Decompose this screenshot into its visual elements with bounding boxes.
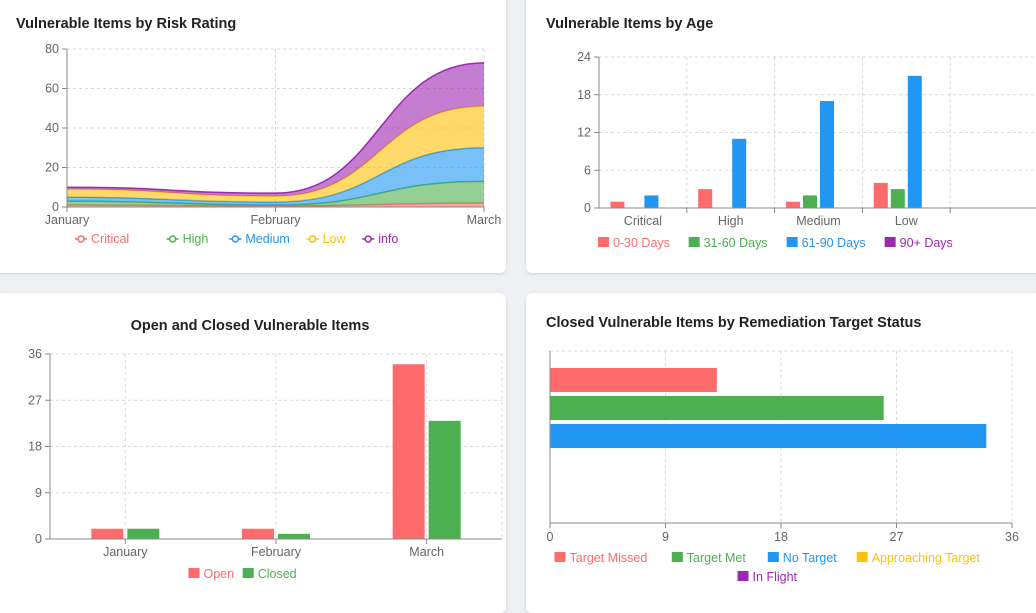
x-tick-label: 18 <box>774 530 788 544</box>
legend-swatch <box>767 552 779 562</box>
legend-label: Approaching Target <box>872 551 981 565</box>
legend-label: 61-90 Days <box>802 236 866 250</box>
legend-swatch <box>671 552 683 562</box>
legend-swatch <box>597 237 609 247</box>
legend-label: No Target <box>783 551 837 565</box>
y-tick-label: 0 <box>35 532 42 546</box>
legend-label: info <box>378 232 398 246</box>
legend-swatch <box>554 552 566 562</box>
x-tick-label: 27 <box>890 530 904 544</box>
x-tick-label: 36 <box>1005 530 1019 544</box>
legend-label: Open <box>204 567 235 581</box>
risk-rating-chart: 0 20 40 60 80 January February March Critical Hig… <box>45 42 502 246</box>
legend-label: High <box>183 232 209 246</box>
age-chart: 0 6 12 18 24 Critical High Medium Low 0-30 Days 31… <box>577 50 1036 250</box>
bar <box>242 528 274 539</box>
age-card: Vulnerable Items by Age 0 6 12 18 24 Critical… <box>526 0 1036 273</box>
legend-swatch <box>786 237 798 247</box>
y-tick-label: 27 <box>28 393 42 407</box>
bar <box>890 189 905 208</box>
open-closed-chart: 0 9 18 27 36 January February March Open Closed <box>28 347 503 581</box>
x-tick-label: 9 <box>662 530 669 544</box>
x-tick-label: March <box>467 213 502 227</box>
legend-swatch <box>737 571 749 581</box>
y-tick-label: 60 <box>45 82 59 96</box>
y-tick-label: 40 <box>45 121 59 135</box>
legend-label: Critical <box>91 232 129 246</box>
legend-swatch <box>884 237 896 247</box>
y-tick-label: 0 <box>52 200 59 214</box>
x-tick-label: March <box>409 545 444 559</box>
y-tick-label: 20 <box>45 161 59 175</box>
bar <box>278 533 310 539</box>
legend-label: In Flight <box>753 570 798 584</box>
x-tick-label: Low <box>895 214 919 228</box>
y-tick-label: 6 <box>584 163 591 177</box>
bar <box>820 101 834 208</box>
legend-label: Closed <box>258 567 297 581</box>
y-tick-label: 0 <box>584 201 591 215</box>
legend-marker-dot <box>364 235 372 243</box>
legend-label: Target Missed <box>570 551 648 565</box>
y-tick-label: 18 <box>577 88 591 102</box>
open-closed-card: Open and Closed Vulnerable Items 0 9 18 27 3… <box>0 293 506 613</box>
legend-marker-dot <box>77 235 85 243</box>
bar <box>127 528 160 539</box>
legend-label: Low <box>323 232 347 246</box>
legend-marker-dot <box>308 235 317 243</box>
bar <box>392 364 425 539</box>
legend-swatch <box>856 552 868 562</box>
legend-label: Medium <box>245 232 289 246</box>
legend-label: Target Met <box>687 551 747 565</box>
bar <box>803 195 817 208</box>
legend-swatch <box>188 568 200 578</box>
bar <box>644 195 659 208</box>
legend-label: 0-30 Days <box>613 236 670 250</box>
bar <box>550 396 884 420</box>
legend-swatch <box>242 568 254 578</box>
x-tick-label: February <box>250 213 301 227</box>
bar <box>907 75 922 208</box>
legend-swatch <box>688 237 700 247</box>
bar <box>732 138 747 208</box>
remediation-target-card: Closed Vulnerable Items by Remediation T… <box>526 293 1036 613</box>
bar <box>550 368 717 392</box>
x-tick-label: Critical <box>624 214 662 228</box>
y-tick-label: 24 <box>577 50 591 64</box>
legend-label: 90+ Days <box>900 236 953 250</box>
bar <box>428 420 461 539</box>
bar <box>550 424 987 448</box>
x-tick-label: Medium <box>796 214 840 228</box>
bar <box>873 182 888 208</box>
legend-marker-dot <box>231 235 240 243</box>
y-tick-label: 80 <box>45 42 59 56</box>
bar <box>786 201 800 208</box>
legend-marker-dot <box>168 235 177 243</box>
x-tick-label: January <box>45 213 90 227</box>
x-tick-label: High <box>718 214 744 228</box>
risk-rating-card: Vulnerable Items by Risk Rating 0 20 40 60 8… <box>0 0 506 273</box>
remediation-target-chart: 0 9 18 27 36 Target Missed Target Met No Target… <box>547 350 1019 584</box>
y-tick-label: 18 <box>28 440 42 454</box>
bar <box>698 189 713 208</box>
bar <box>91 528 124 539</box>
x-tick-label: February <box>251 545 302 559</box>
y-tick-label: 36 <box>28 347 42 361</box>
legend-label: 31-60 Days <box>704 236 768 250</box>
y-tick-label: 12 <box>577 126 591 140</box>
x-tick-label: January <box>103 545 148 559</box>
x-tick-label: 0 <box>547 530 554 544</box>
bar <box>610 201 625 208</box>
y-tick-label: 9 <box>35 486 42 500</box>
